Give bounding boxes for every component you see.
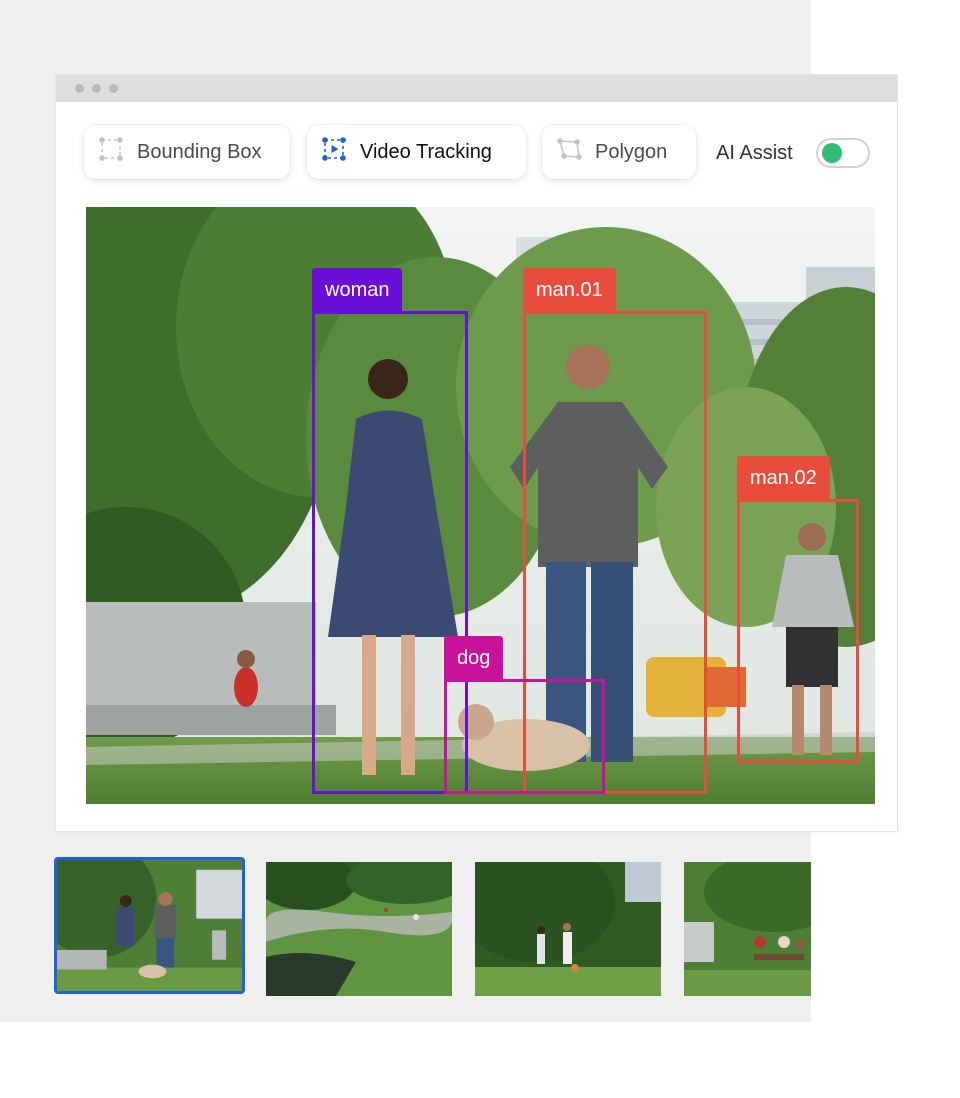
- frame-thumbnail-1[interactable]: [54, 857, 245, 994]
- woman-annotation-label[interactable]: woman: [312, 268, 403, 313]
- ai-assist-toggle[interactable]: [816, 138, 870, 168]
- man-02-bounding-box[interactable]: [737, 499, 859, 763]
- video-tracking-icon: [321, 136, 347, 168]
- video-tracking-tool-button[interactable]: Video Tracking: [307, 125, 526, 179]
- park-couple-thumbnail: [475, 862, 661, 996]
- window-dot-icon: [75, 84, 84, 93]
- frame-thumbnail-3[interactable]: [475, 862, 661, 996]
- man-01-annotation-label[interactable]: man.01: [523, 268, 616, 313]
- park-pond-thumbnail: [266, 862, 452, 996]
- video-tracking-tool-label: Video Tracking: [360, 140, 492, 163]
- app-window: Bounding Box Video Tracking Polygon AI A…: [55, 74, 898, 832]
- frame-thumbnail-4[interactable]: [684, 862, 811, 996]
- bounding-box-tool-label: Bounding Box: [137, 140, 262, 163]
- bounding-box-tool-button[interactable]: Bounding Box: [84, 125, 290, 179]
- polygon-tool-label: Polygon: [595, 140, 668, 163]
- park-walk-thumbnail: [57, 860, 242, 991]
- man-02-annotation-label[interactable]: man.02: [737, 456, 830, 501]
- annotation-canvas[interactable]: woman man.01 man.02 dog: [86, 207, 875, 804]
- window-dot-icon: [109, 84, 118, 93]
- ai-assist-toggle-knob: [822, 143, 842, 163]
- window-dot-icon: [92, 84, 101, 93]
- dog-bounding-box[interactable]: [444, 679, 605, 794]
- dog-annotation-label[interactable]: dog: [444, 636, 504, 681]
- ai-assist-label: AI Assist: [716, 142, 793, 164]
- polygon-icon: [556, 136, 582, 168]
- park-picnic-thumbnail: [684, 862, 811, 996]
- bounding-box-icon: [98, 136, 124, 168]
- polygon-tool-button[interactable]: Polygon: [542, 125, 696, 179]
- window-titlebar: [56, 75, 897, 102]
- frame-thumbnail-2[interactable]: [266, 862, 452, 996]
